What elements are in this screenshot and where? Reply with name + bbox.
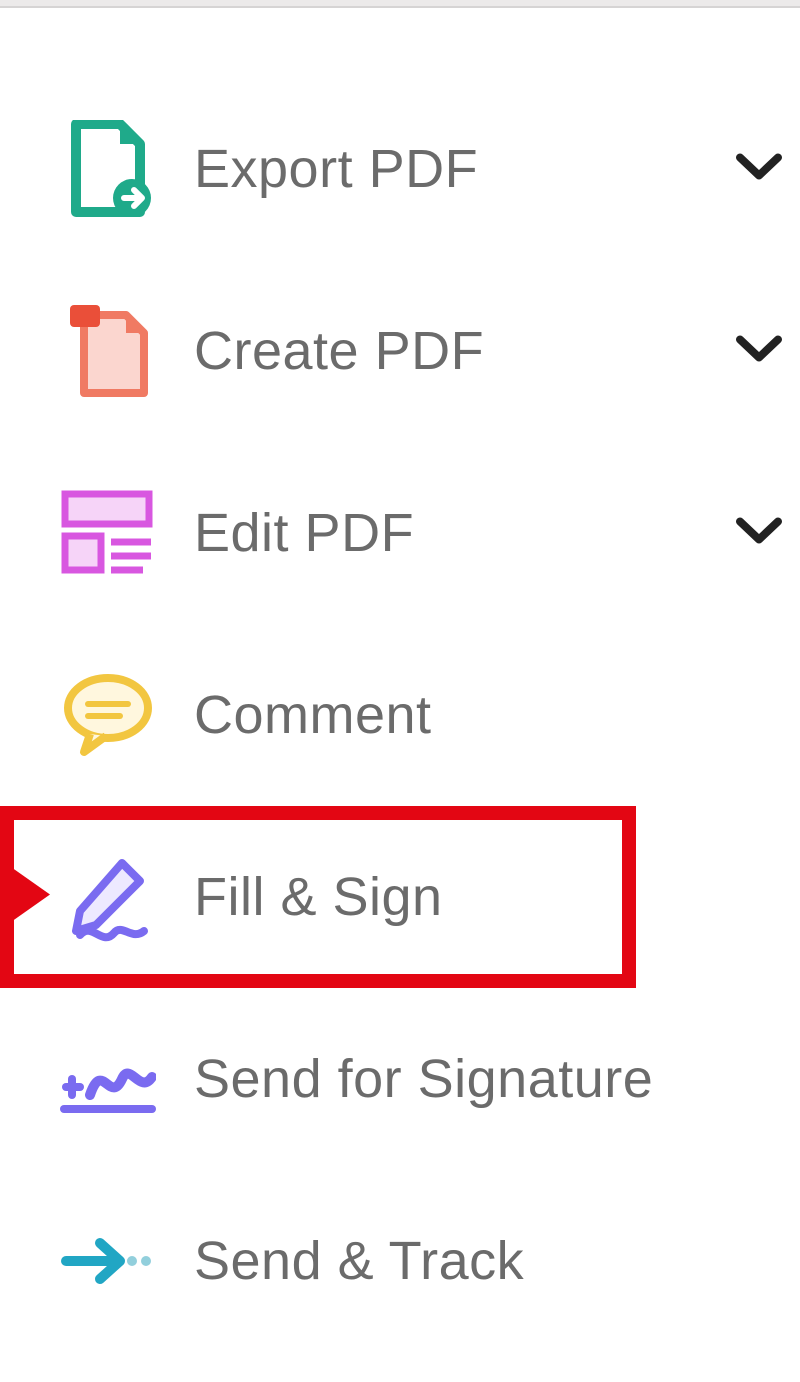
chevron-down-icon[interactable] (736, 516, 782, 551)
tool-export-pdf[interactable]: Export PDF (0, 78, 800, 260)
export-pdf-icon (58, 120, 158, 218)
chevron-down-icon[interactable] (736, 334, 782, 369)
tool-label: Fill & Sign (194, 866, 443, 928)
tool-label: Send & Track (194, 1230, 524, 1292)
tool-send-and-track[interactable]: Send & Track (0, 1170, 800, 1352)
tool-label: Send for Signature (194, 1048, 653, 1110)
tool-fill-and-sign[interactable]: Fill & Sign (0, 806, 800, 988)
tools-panel: Export PDF Create PDF (0, 8, 800, 1352)
edit-pdf-icon (58, 490, 158, 576)
tool-edit-pdf[interactable]: Edit PDF (0, 442, 800, 624)
tool-label: Comment (194, 684, 432, 746)
send-track-icon (58, 1233, 158, 1289)
top-divider (0, 0, 800, 8)
tool-label: Create PDF (194, 320, 484, 382)
tool-label: Edit PDF (194, 502, 414, 564)
tool-label: Export PDF (194, 138, 478, 200)
tool-send-for-signature[interactable]: Send for Signature (0, 988, 800, 1170)
create-pdf-icon (58, 303, 158, 399)
pointer-arrow-icon (6, 864, 50, 931)
chevron-down-icon[interactable] (736, 152, 782, 187)
send-signature-icon (58, 1039, 158, 1119)
tool-comment[interactable]: Comment (0, 624, 800, 806)
tool-create-pdf[interactable]: Create PDF (0, 260, 800, 442)
comment-icon (58, 672, 158, 758)
fill-sign-icon (58, 851, 158, 943)
